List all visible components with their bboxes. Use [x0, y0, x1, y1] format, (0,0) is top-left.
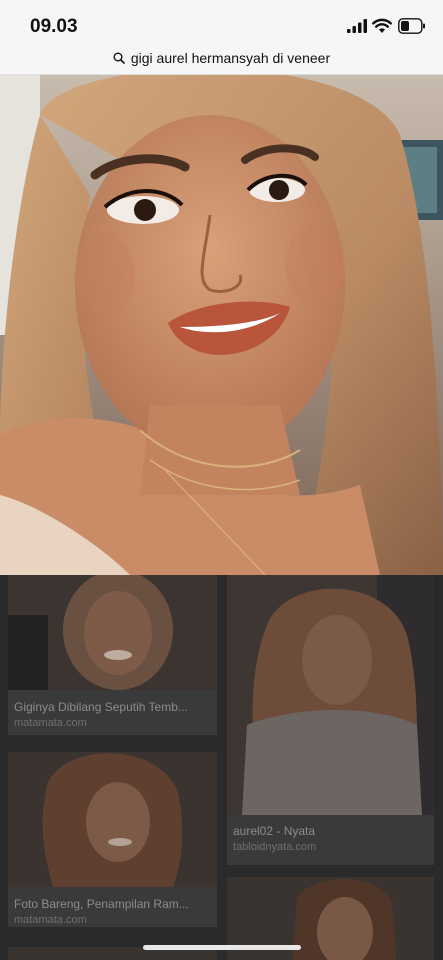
- result-card[interactable]: Foto Bareng, Penampilan Ram... matamata.…: [8, 752, 217, 927]
- wifi-icon: [372, 18, 392, 33]
- result-source: matamata.com: [14, 717, 87, 729]
- result-thumbnail: [8, 575, 217, 690]
- search-query[interactable]: gigi aurel hermansyah di veneer: [131, 50, 330, 66]
- enlarged-image-preview[interactable]: [0, 75, 443, 575]
- result-thumbnail: [227, 575, 434, 815]
- search-bar[interactable]: gigi aurel hermansyah di veneer: [0, 42, 443, 75]
- result-title[interactable]: aurel02 - Nyata: [233, 824, 428, 838]
- result-source: tabloidnyata.com: [233, 841, 317, 853]
- result-title[interactable]: Giginya Dibilang Seputih Temb...: [14, 700, 214, 714]
- status-time: 09.03: [30, 16, 78, 37]
- search-icon: [113, 52, 125, 64]
- battery-icon: [398, 18, 425, 34]
- result-thumbnail: [8, 752, 217, 887]
- result-title[interactable]: Foto Bareng, Penampilan Ram...: [14, 897, 214, 911]
- cellular-signal-icon: [347, 19, 367, 33]
- home-indicator[interactable]: [143, 945, 301, 950]
- status-bar: 09.03: [0, 0, 443, 42]
- portrait-photo: [0, 75, 443, 575]
- results-grid: Giginya Dibilang Seputih Temb... matamat…: [0, 575, 443, 960]
- result-card[interactable]: Giginya Dibilang Seputih Temb... matamat…: [8, 575, 217, 735]
- result-source: matamata.com: [14, 914, 87, 926]
- result-card[interactable]: aurel02 - Nyata tabloidnyata.com: [227, 575, 434, 865]
